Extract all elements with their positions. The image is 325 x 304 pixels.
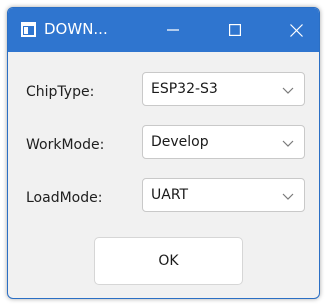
work-mode-value: Develop bbox=[151, 134, 209, 150]
close-icon bbox=[289, 23, 303, 37]
title-bar[interactable]: DOWN... bbox=[8, 8, 319, 52]
window-title: DOWN... bbox=[44, 20, 108, 38]
close-button[interactable] bbox=[274, 8, 318, 52]
chevron-down-icon bbox=[282, 193, 294, 200]
chip-type-label: ChipType: bbox=[26, 84, 95, 100]
minimize-icon bbox=[167, 29, 179, 31]
load-mode-label: LoadMode: bbox=[26, 190, 103, 206]
chip-type-select[interactable]: ESP32-S3 bbox=[142, 72, 305, 106]
maximize-icon bbox=[229, 24, 241, 36]
load-mode-value: UART bbox=[151, 187, 189, 203]
ok-button[interactable]: OK bbox=[94, 237, 243, 285]
download-dialog: DOWN... ChipType: ESP32-S3 WorkMode: Dev… bbox=[7, 7, 320, 299]
minimize-button[interactable] bbox=[151, 8, 195, 52]
app-window-icon bbox=[21, 22, 36, 37]
chevron-down-icon bbox=[282, 140, 294, 147]
work-mode-label: WorkMode: bbox=[26, 137, 105, 153]
chevron-down-icon bbox=[282, 87, 294, 94]
maximize-button[interactable] bbox=[213, 8, 257, 52]
chip-type-value: ESP32-S3 bbox=[151, 81, 218, 97]
load-mode-select[interactable]: UART bbox=[142, 178, 305, 212]
work-mode-select[interactable]: Develop bbox=[142, 125, 305, 159]
